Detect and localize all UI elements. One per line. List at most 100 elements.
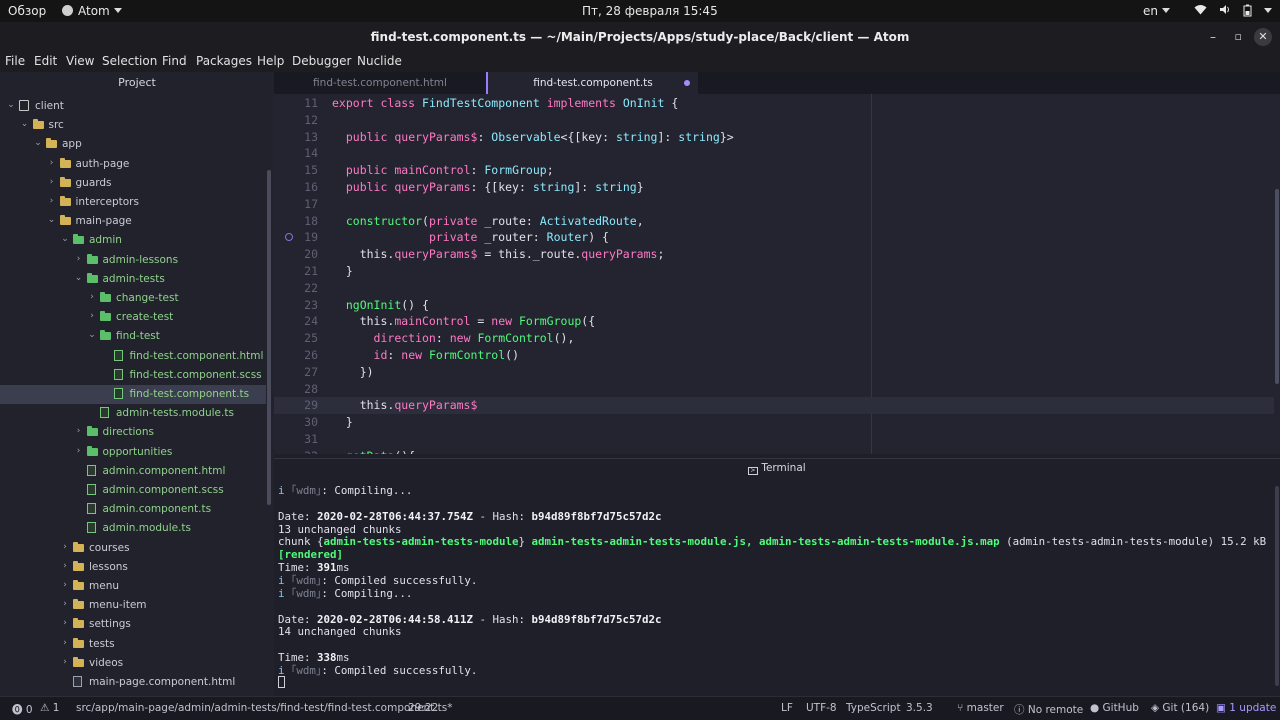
diagnostics-warnings[interactable]: ⚠ 1 <box>40 702 59 714</box>
chevron-down-icon[interactable]: ⌄ <box>6 100 16 110</box>
github-panel-toggle[interactable]: ● GitHub <box>1090 702 1139 714</box>
cursor-position[interactable]: 29:22 <box>408 702 438 714</box>
tree-item[interactable]: › videos <box>0 654 266 673</box>
file-icon <box>113 349 123 361</box>
menu-help[interactable]: Help <box>257 54 284 68</box>
code-token: : {[key: <box>470 180 533 194</box>
tree-item[interactable]: › change-test <box>0 289 266 308</box>
volume-icon[interactable] <box>1219 4 1231 18</box>
tree-item[interactable]: admin.module.ts <box>0 519 266 538</box>
chevron-right-icon[interactable]: › <box>60 618 70 628</box>
chevron-right-icon[interactable]: › <box>47 177 57 187</box>
diagnostics-errors[interactable]: ⓿ 0 <box>12 702 33 717</box>
tree-item[interactable]: admin-tests.module.ts <box>0 404 266 423</box>
tree-item[interactable]: › directions <box>0 423 266 442</box>
close-button[interactable]: ✕ <box>1254 28 1272 46</box>
tree-item[interactable]: find-test.component.html <box>0 347 266 366</box>
chevron-right-icon[interactable]: › <box>74 254 84 264</box>
app-menu[interactable]: Atom <box>62 4 122 18</box>
battery-icon[interactable] <box>1243 4 1252 20</box>
chevron-down-icon[interactable]: ⌄ <box>60 234 70 244</box>
tree-item[interactable]: › opportunities <box>0 443 266 462</box>
chevron-right-icon[interactable]: › <box>60 561 70 571</box>
tree-item[interactable]: ⌄ client <box>0 97 266 116</box>
update-label: 1 update <box>1229 702 1277 714</box>
menu-file[interactable]: File <box>5 54 25 68</box>
language-indicator[interactable]: en <box>1143 4 1170 18</box>
tree-item[interactable]: ⌄ admin <box>0 231 266 250</box>
menu-find[interactable]: Find <box>162 54 187 68</box>
terminal-header[interactable]: > Terminal <box>274 458 1280 478</box>
tree-item[interactable]: ⌄ find-test <box>0 327 266 346</box>
tree-item[interactable]: admin.component.ts <box>0 500 266 519</box>
activities-button[interactable]: Обзор <box>8 4 46 18</box>
chevron-right-icon[interactable]: › <box>60 599 70 609</box>
code-editor[interactable]: 11 export class FindTestComponent impleme… <box>274 94 1280 454</box>
git-panel-toggle[interactable]: ◈ Git (164) <box>1151 702 1209 714</box>
tree-item[interactable]: › guards <box>0 174 266 193</box>
tree-item[interactable]: › settings <box>0 615 266 634</box>
menu-debugger[interactable]: Debugger <box>292 54 351 68</box>
tree-item[interactable]: main-page.component.html <box>0 673 266 692</box>
tree-item[interactable]: › interceptors <box>0 193 266 212</box>
modified-dot-icon[interactable] <box>684 80 690 86</box>
tree-item[interactable]: › menu-item <box>0 596 266 615</box>
editor-scrollbar[interactable] <box>1275 189 1279 384</box>
minimize-button[interactable]: – <box>1210 22 1216 52</box>
tree-item[interactable]: ⌄ main-page <box>0 212 266 231</box>
typescript-version[interactable]: 3.5.3 <box>906 702 933 714</box>
tree-item[interactable]: › auth-page <box>0 155 266 174</box>
chevron-down-icon[interactable]: ⌄ <box>47 215 57 225</box>
system-menu[interactable] <box>1260 4 1272 18</box>
chevron-down-icon[interactable]: ⌄ <box>74 273 84 283</box>
menu-view[interactable]: View <box>66 54 94 68</box>
file-encoding[interactable]: UTF-8 <box>806 702 837 714</box>
tree-item[interactable]: › create-test <box>0 308 266 327</box>
terminal-scrollbar[interactable] <box>1275 486 1279 686</box>
terminal-panel[interactable]: i ｢wdm｣: Compiling... Date: 2020-02-28T06… <box>274 478 1280 696</box>
menu-nuclide[interactable]: Nuclide <box>357 54 402 68</box>
menu-packages[interactable]: Packages <box>196 54 252 68</box>
chevron-right-icon[interactable]: › <box>60 580 70 590</box>
branch-label: master <box>966 702 1004 714</box>
clock[interactable]: Пт, 28 февраля 15:45 <box>582 4 718 18</box>
tab-find-test-html[interactable]: find-test.component.html <box>274 72 486 94</box>
chevron-right-icon[interactable]: › <box>74 426 84 436</box>
tree-item[interactable]: › lessons <box>0 558 266 577</box>
chevron-down-icon[interactable]: ⌄ <box>87 330 97 340</box>
update-notification[interactable]: ▣ 1 update <box>1216 702 1276 714</box>
tree-item[interactable]: › courses <box>0 539 266 558</box>
tree-item[interactable]: › admin-lessons <box>0 251 266 270</box>
file-path[interactable]: src/app/main-page/admin/admin-tests/find… <box>76 702 452 714</box>
menu-edit[interactable]: Edit <box>34 54 57 68</box>
tree-item[interactable]: › tests <box>0 635 266 654</box>
chevron-right-icon[interactable]: › <box>87 292 97 302</box>
git-branch[interactable]: ⑂ master <box>957 702 1004 714</box>
grammar-selector[interactable]: TypeScript <box>846 702 901 714</box>
chevron-right-icon[interactable]: › <box>47 196 57 206</box>
chevron-down-icon[interactable]: ⌄ <box>33 138 43 148</box>
chevron-right-icon[interactable]: › <box>60 542 70 552</box>
chevron-right-icon[interactable]: › <box>74 446 84 456</box>
wifi-icon[interactable] <box>1194 4 1207 18</box>
menu-selection[interactable]: Selection <box>102 54 157 68</box>
chevron-right-icon[interactable]: › <box>60 657 70 667</box>
tree-item[interactable]: admin.component.scss <box>0 481 266 500</box>
maximize-button[interactable]: ▫ <box>1235 22 1242 52</box>
tab-find-test-ts[interactable]: find-test.component.ts <box>486 72 698 94</box>
tree-item[interactable]: admin.component.html <box>0 462 266 481</box>
chevron-right-icon[interactable]: › <box>60 638 70 648</box>
tree-item[interactable]: ⌄ admin-tests <box>0 270 266 289</box>
tree-item[interactable]: find-test.component.ts <box>0 385 266 404</box>
tree-item[interactable]: ⌄ src <box>0 116 266 135</box>
code-token: ngOnInit <box>345 297 402 312</box>
chevron-down-icon[interactable]: ⌄ <box>20 119 30 129</box>
tree-item[interactable]: ⌄ app <box>0 135 266 154</box>
tree-item[interactable]: › menu <box>0 577 266 596</box>
line-ending[interactable]: LF <box>781 702 793 714</box>
git-remote[interactable]: ⓘ No remote <box>1014 702 1083 717</box>
tree-item[interactable]: find-test.component.scss <box>0 366 266 385</box>
tree-scrollbar[interactable] <box>267 170 271 505</box>
chevron-right-icon[interactable]: › <box>47 158 57 168</box>
chevron-right-icon[interactable]: › <box>87 311 97 321</box>
